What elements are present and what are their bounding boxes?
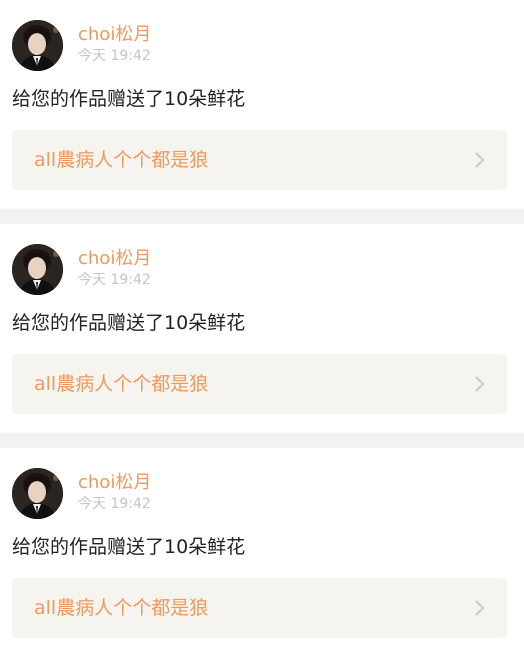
notification-header: choi松月 今天 19:42: [12, 468, 151, 520]
notification-item: choi松月 今天 19:42 给您的作品赠送了10朵鲜花 all農病人个个都是…: [0, 448, 524, 657]
work-title: all農病人个个都是狼: [34, 597, 209, 619]
author-meta: choi松月 今天 19:42: [78, 20, 151, 65]
chevron-right-icon: [475, 376, 485, 392]
avatar[interactable]: [12, 468, 63, 519]
notification-item: choi松月 今天 19:42 给您的作品赠送了10朵鲜花 all農病人个个都是…: [0, 224, 524, 433]
chevron-right-icon: [475, 600, 485, 616]
divider: [0, 433, 524, 448]
user-avatar-image: [12, 468, 63, 519]
timestamp: 今天 19:42: [78, 496, 151, 512]
user-avatar-image: [12, 244, 63, 295]
notification-message: 给您的作品赠送了10朵鲜花: [12, 88, 246, 110]
notification-header: choi松月 今天 19:42: [12, 20, 151, 72]
username[interactable]: choi松月: [78, 471, 151, 495]
work-link-card[interactable]: all農病人个个都是狼: [12, 354, 507, 414]
username[interactable]: choi松月: [78, 23, 151, 47]
user-avatar-image: [12, 20, 63, 71]
avatar[interactable]: [12, 244, 63, 295]
notification-feed: choi松月 今天 19:42 给您的作品赠送了10朵鲜花 all農病人个个都是…: [0, 0, 524, 657]
notification-message: 给您的作品赠送了10朵鲜花: [12, 312, 246, 334]
notification-item: choi松月 今天 19:42 给您的作品赠送了10朵鲜花 all農病人个个都是…: [0, 0, 524, 209]
author-meta: choi松月 今天 19:42: [78, 468, 151, 513]
author-meta: choi松月 今天 19:42: [78, 244, 151, 289]
work-title: all農病人个个都是狼: [34, 149, 209, 171]
timestamp: 今天 19:42: [78, 272, 151, 288]
username[interactable]: choi松月: [78, 247, 151, 271]
work-link-card[interactable]: all農病人个个都是狼: [12, 130, 507, 190]
divider: [0, 209, 524, 224]
work-title: all農病人个个都是狼: [34, 373, 209, 395]
notification-header: choi松月 今天 19:42: [12, 244, 151, 296]
work-link-card[interactable]: all農病人个个都是狼: [12, 578, 507, 638]
notification-message: 给您的作品赠送了10朵鲜花: [12, 536, 246, 558]
timestamp: 今天 19:42: [78, 48, 151, 64]
avatar[interactable]: [12, 20, 63, 71]
chevron-right-icon: [475, 152, 485, 168]
